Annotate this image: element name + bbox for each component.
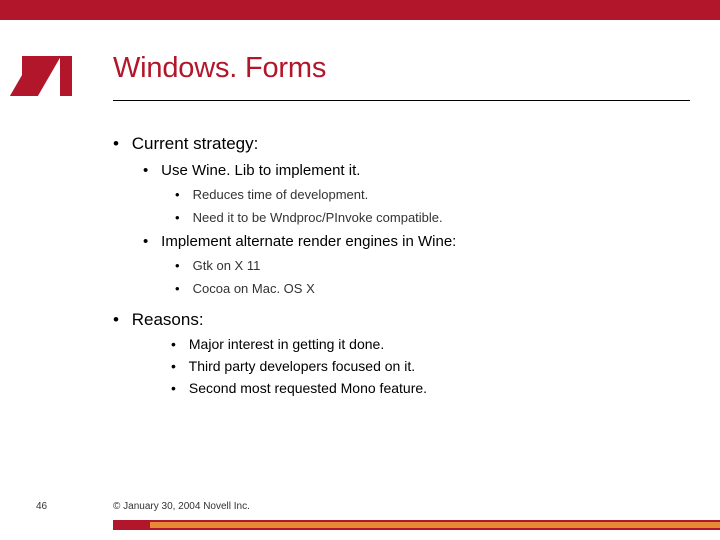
- novell-logo-icon: [22, 56, 72, 96]
- text: Second most requested Mono feature.: [189, 380, 427, 396]
- footer-copyright: © January 30, 2004 Novell Inc.: [113, 501, 250, 512]
- text: Cocoa on Mac. OS X: [193, 281, 315, 296]
- bullet-cocoa: Cocoa on Mac. OS X: [175, 281, 690, 296]
- bullet-major-interest: Major interest in getting it done.: [171, 336, 690, 352]
- text: Third party developers focused on it.: [189, 358, 415, 374]
- text: Use Wine. Lib to implement it.: [161, 162, 360, 179]
- slide-title: Windows. Forms: [113, 52, 326, 85]
- bullet-second-most: Second most requested Mono feature.: [171, 380, 690, 396]
- text: Major interest in getting it done.: [189, 336, 384, 352]
- bullet-gtk: Gtk on X 11: [175, 258, 690, 273]
- text: Reduces time of development.: [193, 187, 369, 202]
- text: Need it to be Wndproc/PInvoke compatible…: [193, 210, 443, 225]
- text: Current strategy:: [132, 134, 259, 153]
- top-red-bar: [0, 0, 720, 20]
- page-number: 46: [36, 501, 47, 512]
- slide-body: Current strategy: Use Wine. Lib to imple…: [113, 128, 690, 396]
- bullet-reduces-time: Reduces time of development.: [175, 187, 690, 202]
- footer-orange-band: [150, 522, 720, 528]
- slide: Windows. Forms Current strategy: Use Win…: [0, 0, 720, 540]
- bullet-use-winelib: Use Wine. Lib to implement it.: [143, 162, 690, 179]
- text: Implement alternate render engines in Wi…: [161, 233, 456, 250]
- bullet-third-party: Third party developers focused on it.: [171, 358, 690, 374]
- text: Gtk on X 11: [193, 258, 261, 273]
- bullet-need-wndproc: Need it to be Wndproc/PInvoke compatible…: [175, 210, 690, 225]
- title-underline: [113, 100, 690, 101]
- bullet-current-strategy: Current strategy:: [113, 134, 690, 154]
- bullet-implement-alt: Implement alternate render engines in Wi…: [143, 233, 690, 250]
- bullet-reasons: Reasons:: [113, 310, 690, 330]
- text: Reasons:: [132, 310, 204, 329]
